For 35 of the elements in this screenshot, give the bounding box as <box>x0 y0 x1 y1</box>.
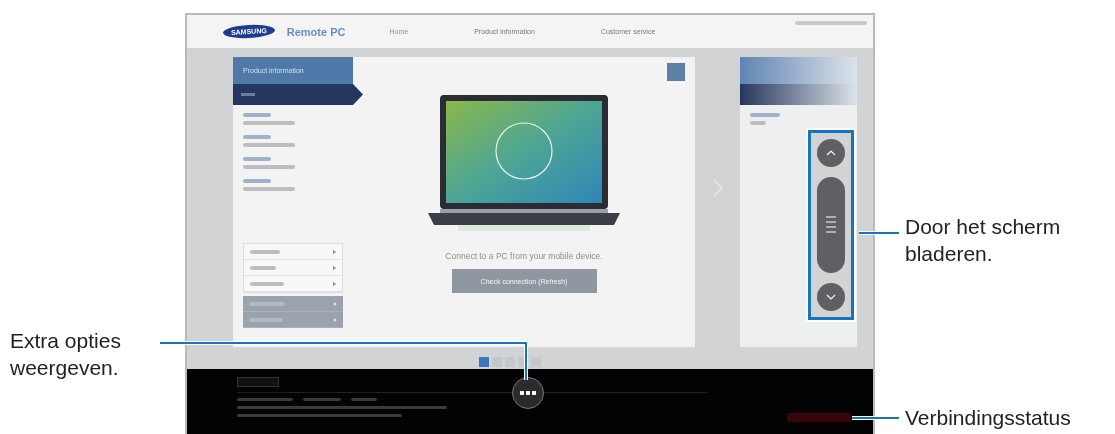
blurred-value <box>243 165 295 169</box>
account-link[interactable] <box>795 21 867 25</box>
blurred-label <box>243 135 271 139</box>
blurred-value <box>243 187 295 191</box>
arrow-icon <box>334 301 337 306</box>
footer-link[interactable] <box>237 398 293 401</box>
arrow-icon <box>333 281 336 286</box>
footer-link[interactable] <box>351 398 377 401</box>
blurred-value <box>243 121 295 125</box>
selected-tab[interactable] <box>740 84 857 105</box>
blurred-label <box>243 113 271 117</box>
connect-message: Connect to a PC from your mobile device. <box>445 251 603 261</box>
blurred-label <box>243 179 271 183</box>
arrow-icon <box>333 249 336 254</box>
selected-tab[interactable] <box>233 84 363 105</box>
arrow-icon <box>334 317 337 322</box>
more-options-button[interactable] <box>512 377 544 409</box>
more-icon <box>520 391 536 395</box>
scroll-handle-icon[interactable] <box>817 177 845 273</box>
app-name: Remote PC <box>286 25 346 38</box>
arrow-icon <box>333 265 336 270</box>
blurred-label <box>243 157 271 161</box>
help-icon[interactable] <box>667 63 685 81</box>
callout-text: Verbindingsstatus <box>905 405 1071 431</box>
scroll-up-icon[interactable] <box>817 139 845 167</box>
callout-text: Door het scherm bladeren. <box>905 214 1062 267</box>
blurred-value <box>243 143 295 147</box>
leader-line <box>858 231 900 235</box>
footer-link[interactable] <box>303 398 341 401</box>
scroll-down-icon[interactable] <box>817 283 845 311</box>
language-select[interactable] <box>237 377 279 387</box>
connection-status <box>787 413 851 422</box>
scroll-control[interactable] <box>808 130 854 320</box>
callout-text: Extra opties weergeven. <box>10 328 122 381</box>
leader-line <box>851 416 900 420</box>
